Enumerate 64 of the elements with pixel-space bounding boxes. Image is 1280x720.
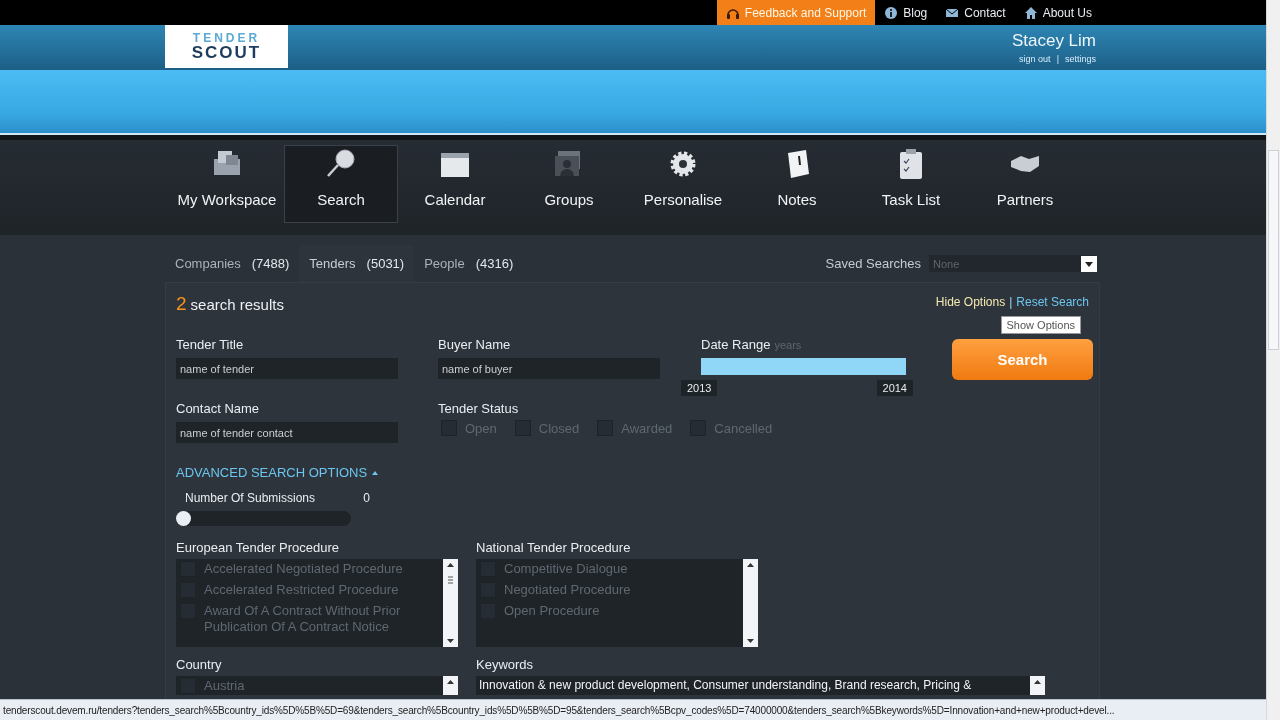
contact-name-field[interactable]: name of tender contact — [176, 422, 398, 443]
separator: | — [1056, 54, 1059, 64]
tab[interactable]: Tenders (5031) — [299, 245, 415, 282]
field-label: European Tender Procedure — [176, 540, 341, 555]
saved-searches-label: Saved Searches — [825, 256, 921, 271]
nav-link[interactable]: Contact — [936, 0, 1015, 25]
buyer-name-field[interactable]: name of buyer — [438, 358, 660, 379]
scrollbar[interactable] — [1030, 676, 1045, 695]
checkbox-label: Open Procedure — [504, 603, 600, 619]
slider-thumb[interactable] — [176, 511, 191, 526]
settings-link[interactable]: settings — [1064, 54, 1096, 64]
field-label: Keywords — [476, 657, 535, 672]
checkbox-label: Negotiated Procedure — [504, 582, 631, 598]
nav-tab[interactable]: Partners — [968, 145, 1082, 223]
separator: | — [1009, 295, 1013, 309]
logo[interactable]: TENDER SCOUT — [165, 25, 288, 68]
field-label: Country — [176, 657, 223, 672]
hide-options-link[interactable]: Hide Options — [935, 295, 1006, 309]
user-name: Stacey Lim — [1011, 31, 1096, 51]
range-end-label: 2014 — [876, 380, 913, 396]
scrollbar[interactable] — [743, 559, 758, 647]
nav-tab[interactable]: Groups — [512, 145, 626, 223]
scrollbar[interactable] — [443, 559, 458, 647]
advanced-search-toggle[interactable]: ADVANCED SEARCH OPTIONS — [176, 465, 379, 480]
submissions-slider[interactable] — [176, 511, 351, 526]
results-count: 2 search results — [176, 293, 284, 315]
checkbox-label: Accelerated Restricted Procedure — [204, 582, 399, 598]
nav-tab[interactable]: Personalise — [626, 145, 740, 223]
nav-tab[interactable]: My Workspace — [170, 145, 284, 223]
checkbox-label: Award Of A Contract Without Prior Publication Of A Contract Notice — [204, 603, 402, 635]
field-label: Contact Name — [176, 401, 261, 416]
nav-link[interactable]: Blog — [875, 0, 937, 25]
nav-tab[interactable]: Calendar — [398, 145, 512, 223]
scrollbar[interactable] — [443, 676, 458, 695]
keywords-text: Innovation & new product development, Consumer understanding, Brand research, Pricing & — [478, 677, 973, 694]
checkbox-label: Accelerated Negotiated Procedure — [204, 561, 403, 577]
logo-text: SCOUT — [191, 44, 262, 61]
sign-out-link[interactable]: sign out — [1019, 54, 1051, 64]
slider-value: 0 — [363, 491, 370, 505]
house-icon — [1023, 5, 1038, 20]
dropdown-value: None — [933, 257, 960, 270]
reset-search-link[interactable]: Reset Search — [1016, 295, 1089, 309]
tender-title-field[interactable]: name of tender — [176, 358, 398, 379]
slider-label: Number Of Submissions — [185, 491, 316, 505]
date-range-slider[interactable] — [701, 358, 906, 375]
tab[interactable]: People (4316) — [414, 245, 524, 282]
field-label: Tender Status — [438, 401, 520, 416]
field-label: National Tender Procedure — [476, 540, 632, 555]
checkbox-label: Competitive Dialogue — [504, 561, 628, 577]
nav-tab[interactable]: Task List — [854, 145, 968, 223]
range-start-label: 2013 — [681, 380, 718, 396]
page-scrollbar[interactable] — [1268, 150, 1279, 350]
keywords-field[interactable]: Innovation & new product development, Consumer understanding, Brand research, Pricing & — [476, 676, 1045, 695]
field-label: Tender Title — [176, 337, 245, 352]
field-label: Buyer Name — [438, 337, 512, 352]
checkbox-label: Austria — [204, 678, 245, 694]
tab[interactable]: Companies (7488) — [165, 245, 300, 282]
logo-text: TENDER — [192, 32, 261, 44]
status-url: tenderscout.devem.ru/tenders?tenders_search%5Bcountry_ids%5D%5B%5D=69&tenders_search%5Bcountry_ids%5D%5B%5D=95&tenders_search%5Bcpv_codes%5D=74000000&tenders_search%5Bkeywords%5D=Innovation+and+new+product+devel... — [3, 704, 1115, 716]
tooltip: Show Options — [1000, 316, 1081, 334]
nav-tab[interactable]: Search — [284, 145, 398, 223]
nav-tab[interactable]: Notes — [740, 145, 854, 223]
nav-link[interactable]: About Us — [1014, 0, 1101, 25]
info-icon — [884, 5, 899, 20]
